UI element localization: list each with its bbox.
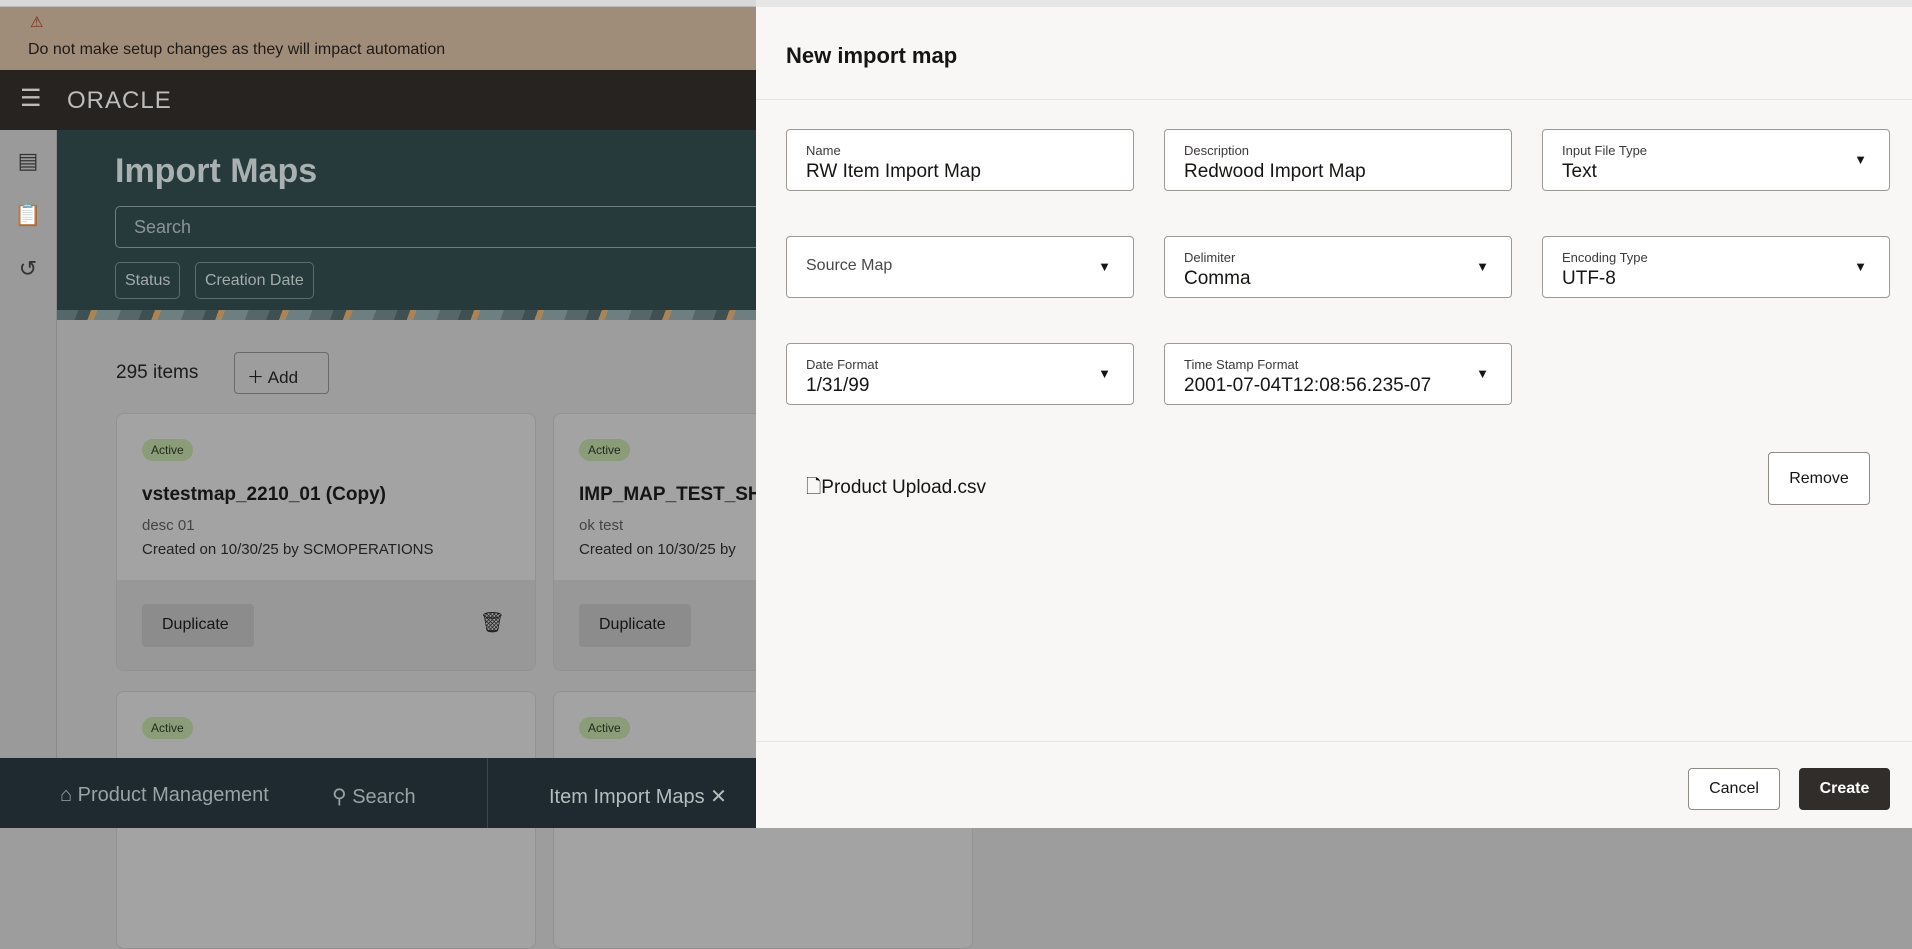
drawer-title: New import map: [786, 43, 958, 68]
file-name: Product Upload.csv: [821, 477, 987, 498]
card-title: IMP_MAP_TEST_SH: [579, 484, 762, 505]
status-badge: Active: [579, 439, 630, 461]
field-value: Text: [1562, 161, 1597, 182]
card-footer: Duplicate 🗑: [117, 580, 535, 670]
remove-button[interactable]: Remove: [1768, 452, 1870, 505]
duplicate-button[interactable]: Duplicate: [142, 604, 254, 647]
page-header: Import Maps Search Status Creation Date: [57, 130, 775, 318]
caret-down-icon: ▼: [1854, 152, 1867, 167]
search-label: Search: [352, 786, 416, 808]
field-value: UTF-8: [1562, 268, 1616, 289]
add-label: Add: [267, 368, 299, 387]
close-icon[interactable]: ✕: [710, 786, 727, 808]
field-label: Encoding Type: [1562, 250, 1648, 265]
field-value: 2001-07-04T12:08:56.235-07: [1184, 375, 1432, 396]
trash-icon[interactable]: 🗑: [480, 610, 505, 635]
caret-down-icon: ▼: [1476, 259, 1489, 274]
filter-status[interactable]: Status: [115, 262, 181, 299]
field-value: RW Item Import Map: [806, 161, 981, 182]
map-card[interactable]: Active vstestmap_2210_01 (Copy) desc 01 …: [116, 413, 536, 671]
description-field[interactable]: Description Redwood Import Map: [1164, 129, 1512, 191]
clipboard-upload-icon[interactable]: 📋: [14, 202, 42, 230]
field-label: Delimiter: [1184, 250, 1236, 265]
field-value: Comma: [1184, 268, 1251, 289]
plus-icon: ＋: [247, 368, 268, 387]
field-label: Description: [1184, 143, 1250, 158]
card-created: Created on 10/30/25 by SCMOPERATIONS: [142, 541, 434, 558]
add-button[interactable]: ＋ Add: [234, 352, 329, 394]
oracle-logo[interactable]: ORACLE: [67, 87, 172, 115]
home-icon: ⌂: [60, 784, 78, 806]
status-badge: Active: [142, 439, 193, 461]
list-search-icon[interactable]: ▤: [14, 148, 42, 176]
banner-message: Do not make setup changes as they will i…: [28, 41, 446, 58]
uploaded-file: 🗋Product Upload.csv: [806, 473, 986, 505]
timestamp-format-select[interactable]: Time Stamp Format 2001-07-04T12:08:56.23…: [1164, 343, 1512, 405]
field-value: 1/31/99: [806, 375, 870, 396]
field-label: Time Stamp Format: [1184, 357, 1299, 372]
bottom-bar: ⌂ Product Management ⚲ Search Item Impor…: [0, 758, 760, 828]
caret-down-icon: ▼: [1854, 259, 1867, 274]
warning-icon: ⚠: [30, 14, 44, 31]
tab-item-import-maps[interactable]: Item Import Maps ✕: [549, 784, 727, 809]
item-count: 295 items: [116, 362, 199, 383]
sidebar: ▤ 📋 ↺: [0, 130, 57, 758]
create-button[interactable]: Create: [1799, 768, 1890, 810]
divider: [756, 741, 1912, 742]
search-input[interactable]: Search: [115, 206, 775, 248]
caret-down-icon: ▼: [1098, 366, 1111, 381]
status-badge: Active: [579, 717, 630, 739]
date-format-select[interactable]: Date Format 1/31/99 ▼: [786, 343, 1134, 405]
caret-down-icon: ▼: [1098, 259, 1111, 274]
home-label: Product Management: [77, 784, 269, 806]
field-value: Redwood Import Map: [1184, 161, 1366, 182]
name-field[interactable]: Name RW Item Import Map: [786, 129, 1134, 191]
duplicate-button[interactable]: Duplicate: [579, 604, 691, 647]
home-tab[interactable]: ⌂ Product Management: [60, 784, 269, 807]
card-desc: ok test: [579, 517, 624, 534]
page-title: Import Maps: [115, 152, 318, 190]
decorative-strip: [57, 310, 760, 320]
divider: [487, 758, 488, 828]
search-icon: ⚲: [332, 786, 353, 808]
filter-creation-date[interactable]: Creation Date: [195, 262, 314, 299]
field-label: Input File Type: [1562, 143, 1648, 158]
field-label: Date Format: [806, 357, 879, 372]
divider: [756, 99, 1912, 100]
search-tab[interactable]: ⚲ Search: [332, 784, 416, 809]
field-label: Name: [806, 143, 841, 158]
warning-banner: ⚠ Do not make setup changes as they will…: [0, 7, 760, 70]
card-desc: desc 01: [142, 517, 195, 534]
top-nav: ☰ ORACLE: [0, 70, 760, 130]
card-title: vstestmap_2210_01 (Copy): [142, 484, 386, 505]
file-icon: 🗋: [806, 477, 822, 498]
status-badge: Active: [142, 717, 193, 739]
new-import-map-drawer: New import map Name RW Item Import Map D…: [756, 0, 1912, 828]
tab-label: Item Import Maps: [549, 786, 705, 808]
delimiter-select[interactable]: Delimiter Comma ▼: [1164, 236, 1512, 298]
hamburger-icon[interactable]: ☰: [20, 87, 46, 111]
encoding-type-select[interactable]: Encoding Type UTF-8 ▼: [1542, 236, 1890, 298]
source-map-select[interactable]: Source Map ▼: [786, 236, 1134, 298]
input-file-type-select[interactable]: Input File Type Text ▼: [1542, 129, 1890, 191]
caret-down-icon: ▼: [1476, 366, 1489, 381]
cancel-button[interactable]: Cancel: [1688, 768, 1780, 810]
field-label: Source Map: [806, 257, 893, 274]
history-icon[interactable]: ↺: [14, 256, 42, 284]
card-created: Created on 10/30/25 by: [579, 541, 736, 558]
